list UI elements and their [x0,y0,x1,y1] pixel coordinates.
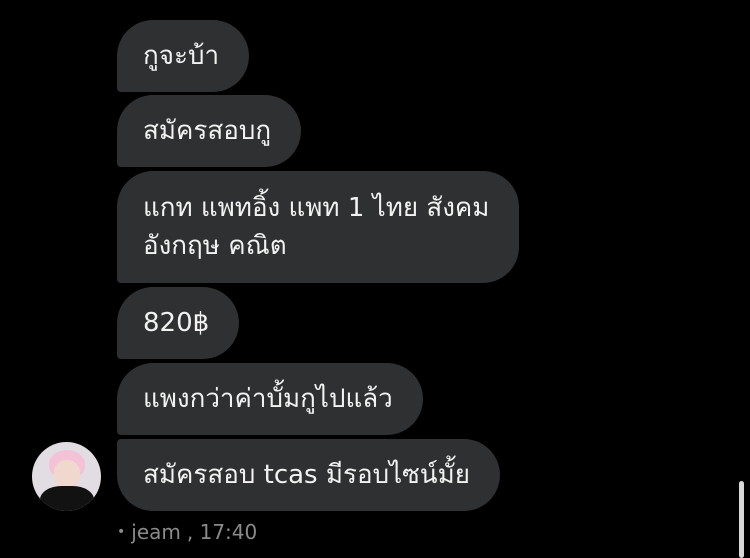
message-bubble[interactable]: แพงกว่าค่าบั้มกูไปแล้ว [117,363,423,435]
message-bubble[interactable]: กูจะบ้า [117,20,250,92]
message-bubble[interactable]: สมัครสอบกู [117,95,302,167]
sender-avatar[interactable] [32,442,101,511]
message-bubble[interactable]: แกท แพทอิ้ง แพท 1 ไทย สังคม อังกฤษ คณิต [117,171,520,283]
message-meta: • jeam , 17:40 [117,519,257,545]
timestamp: , 17:40 [186,520,258,544]
message-bubble[interactable]: สมัครสอบ tcas มีรอบไซน์มั้ย [117,439,500,511]
bullet-icon: • [117,524,126,540]
scrollbar[interactable] [739,481,744,558]
sender-name: jeam [131,520,181,544]
avatar-face [54,460,80,488]
message-bubble[interactable]: 820฿ [117,287,240,359]
avatar-shirt [40,486,94,511]
